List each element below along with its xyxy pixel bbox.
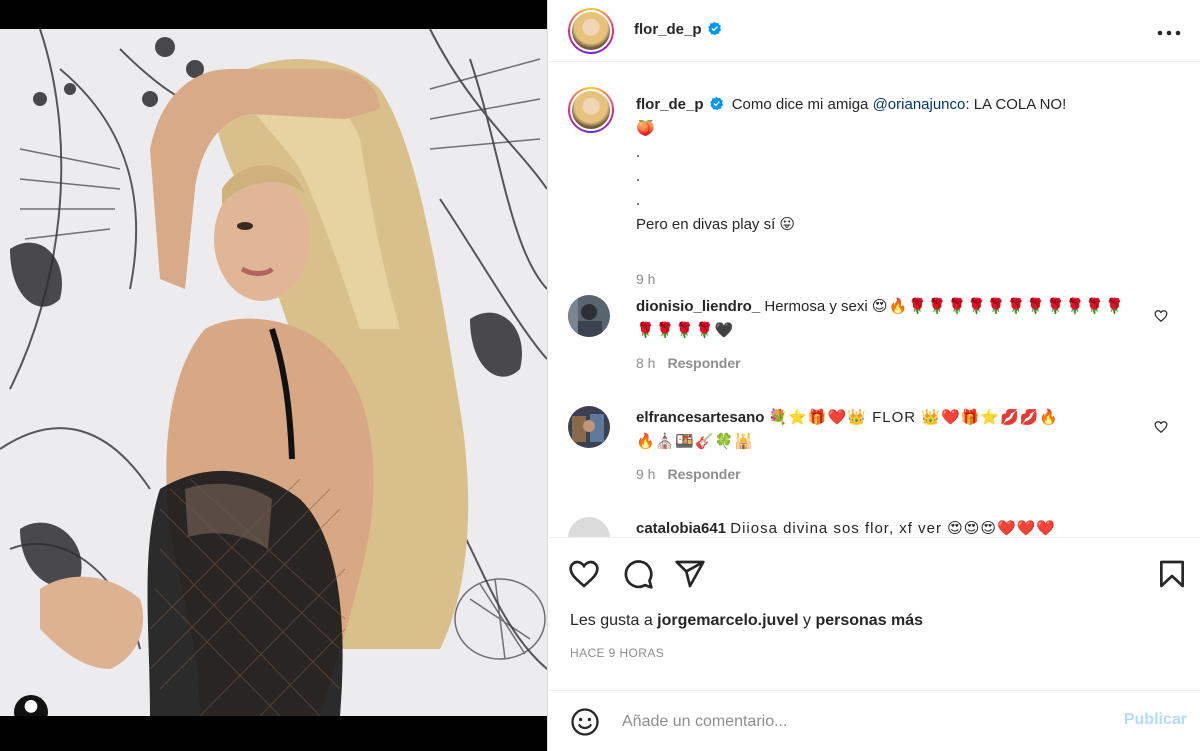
commenter-avatar-image — [568, 295, 610, 337]
caption-last-line: Pero en divas play sí 😛 — [636, 216, 796, 233]
commenter-username[interactable]: catalobia641 — [636, 520, 726, 537]
comment-timestamp[interactable]: 9 h — [636, 466, 655, 482]
caption-text: flor_de_p Como dice mi amiga @orianajunc… — [636, 93, 1176, 237]
comment-meta: 8 h Responder — [636, 355, 741, 371]
verified-badge-icon — [709, 96, 723, 111]
liker-username-link[interactable]: jorgemarcelo.juvel — [657, 612, 798, 629]
post-actions: Les gusta a jorgemarcelo.juvel y persona… — [548, 537, 1200, 712]
caption-mention-link[interactable]: @orianajunco — [873, 96, 966, 113]
comment-composer: Publicar — [548, 690, 1200, 751]
comment-text: dionisio_liendro_ Hermosa y sexi 😍🔥🌹🌹🌹🌹🌹… — [636, 295, 1146, 343]
comment-body: Diiosa divina sos flor, xf ver 😍😍😍❤️❤️❤️ — [730, 520, 1057, 537]
instagram-post-view: flor_de_p flor_de_p Como dice mi amiga @… — [0, 0, 1200, 751]
commenter-avatar[interactable] — [568, 517, 610, 537]
caption-dot: . — [636, 192, 641, 209]
post-timestamp[interactable]: HACE 9 HORAS — [570, 646, 664, 660]
caption-emoji-line: 🍑 — [636, 120, 655, 137]
comment-emojis: 🔥⛪🍱🎸🍀🕌 — [636, 433, 755, 450]
more-horizontal-icon — [1157, 30, 1181, 36]
caption-author-avatar[interactable] — [568, 87, 614, 133]
like-heart-icon[interactable] — [568, 558, 600, 590]
author-avatar-image — [570, 10, 612, 52]
like-comment-heart-icon[interactable] — [1154, 309, 1168, 323]
commenter-avatar[interactable] — [568, 295, 610, 337]
author-username-text[interactable]: flor_de_p — [634, 21, 702, 38]
publish-comment-button[interactable]: Publicar — [1124, 711, 1187, 729]
caption-text-start: Como dice mi amiga — [731, 96, 873, 113]
caption-text-end: : LA COLA NO! — [965, 96, 1067, 113]
author-avatar[interactable] — [568, 8, 614, 54]
photo-illustration — [0, 29, 547, 716]
comment-body: 💐⭐🎁❤️👑 FLOR 👑❤️🎁⭐💋💋🔥 — [768, 409, 1060, 426]
comment-timestamp[interactable]: 8 h — [636, 355, 655, 371]
comment-body: Hermosa y sexi — [764, 298, 868, 315]
user-tags-button[interactable] — [14, 695, 48, 716]
post-photo[interactable] — [0, 29, 547, 716]
save-bookmark-icon[interactable] — [1156, 558, 1188, 590]
likes-connector: y — [798, 612, 816, 629]
comment-text: catalobia641 Diiosa divina sos flor, xf … — [636, 517, 1146, 537]
commenter-avatar[interactable] — [568, 406, 610, 448]
comment-emojis: 🌹🌹🌹🌹🖤 — [636, 322, 735, 339]
like-comment-heart-icon[interactable] — [1154, 420, 1168, 434]
comments-section[interactable]: flor_de_p Como dice mi amiga @orianajunc… — [548, 63, 1200, 537]
caption-username-text[interactable]: flor_de_p — [636, 96, 704, 113]
more-options-button[interactable] — [1157, 22, 1181, 38]
comment-meta: 9 h Responder — [636, 466, 741, 482]
comment-text: elfrancesartesano 💐⭐🎁❤️👑 FLOR 👑❤️🎁⭐💋💋🔥 🔥… — [636, 406, 1146, 454]
emoji-picker-icon[interactable] — [570, 707, 600, 737]
media-bottom-bar — [0, 716, 547, 751]
post-side-panel: flor_de_p flor_de_p Como dice mi amiga @… — [547, 0, 1200, 751]
reply-button[interactable]: Responder — [667, 355, 740, 371]
verified-badge-icon — [707, 21, 721, 36]
commenter-username[interactable]: dionisio_liendro_ — [636, 298, 760, 315]
media-top-bar — [0, 0, 547, 29]
caption-avatar-image — [570, 89, 612, 131]
add-comment-input[interactable] — [622, 709, 1082, 735]
author-username[interactable]: flor_de_p — [634, 21, 722, 38]
caption-username[interactable]: flor_de_p — [636, 96, 724, 113]
commenter-avatar-image — [568, 406, 610, 448]
commenter-username[interactable]: elfrancesartesano — [636, 409, 764, 426]
caption-dot: . — [636, 144, 641, 161]
share-send-icon[interactable] — [674, 558, 706, 590]
person-icon — [24, 699, 38, 713]
caption-timestamp[interactable]: 9 h — [636, 271, 655, 287]
comment-bubble-icon[interactable] — [622, 558, 654, 590]
likes-prefix: Les gusta a — [570, 612, 658, 629]
comment-emojis: 😍🔥🌹🌹🌹🌹🌹🌹🌹🌹🌹🌹🌹 — [871, 298, 1125, 315]
reply-button[interactable]: Responder — [667, 466, 740, 482]
likes-summary: Les gusta a jorgemarcelo.juvel y persona… — [570, 612, 923, 630]
likes-count-link[interactable]: personas más — [815, 612, 923, 629]
caption-dot: . — [636, 168, 641, 185]
post-media — [0, 0, 547, 751]
post-header: flor_de_p — [548, 0, 1200, 62]
